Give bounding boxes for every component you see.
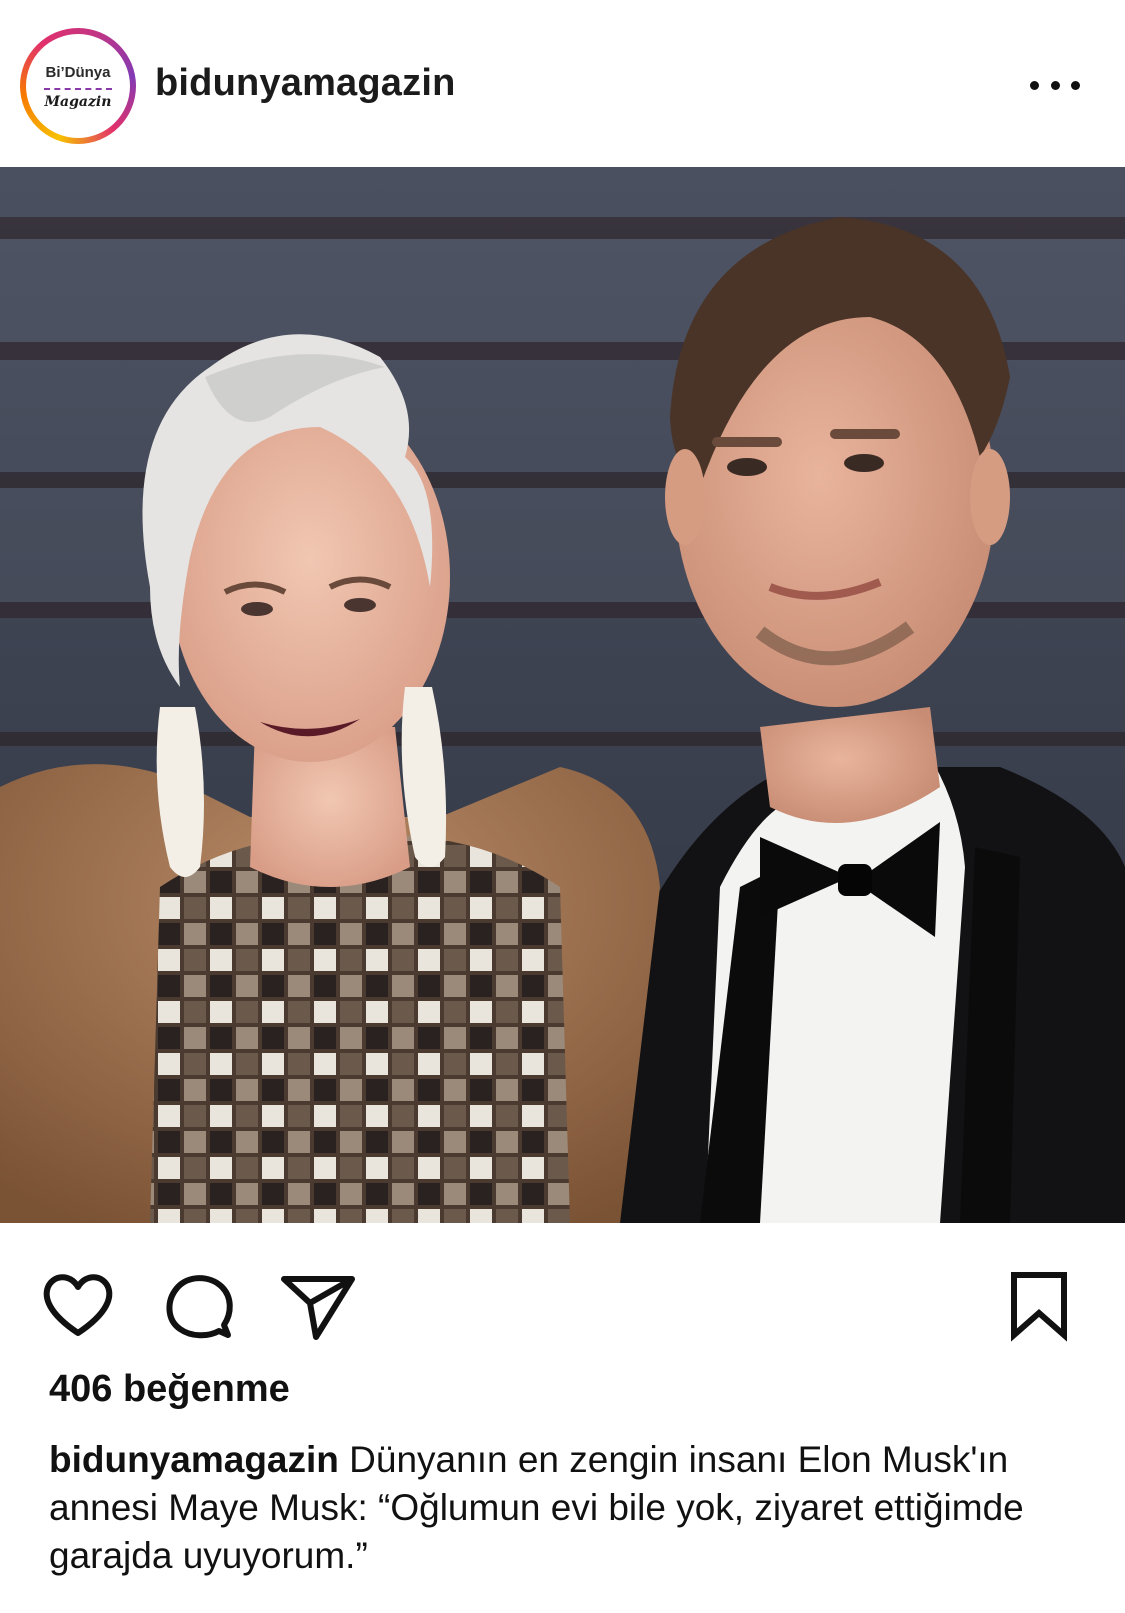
send-icon[interactable]: [278, 1265, 358, 1345]
post-image[interactable]: [0, 167, 1125, 1223]
post-actions: [0, 1223, 1125, 1353]
more-dot: [1050, 80, 1060, 90]
avatar-logo-text-bottom: Magazin: [44, 94, 112, 110]
post-caption: bidunyamagazin Dünyanın en zengin insanı…: [49, 1436, 1079, 1580]
comment-icon[interactable]: [158, 1265, 238, 1345]
avatar-border: Bi’Dünya Magazin: [26, 34, 130, 138]
avatar-logo-text-top: Bi’Dünya: [45, 64, 111, 81]
likes-count[interactable]: 406 beğenme: [49, 1368, 290, 1411]
more-options-icon[interactable]: [1030, 70, 1080, 100]
post-photo-illustration: [0, 167, 1125, 1223]
post-header: Bi’Dünya Magazin bidunyamagazin: [0, 0, 1125, 167]
heart-icon[interactable]: [38, 1265, 118, 1345]
post-username[interactable]: bidunyamagazin: [155, 62, 456, 105]
avatar[interactable]: Bi’Dünya Magazin: [20, 28, 136, 144]
bookmark-icon[interactable]: [1000, 1265, 1080, 1345]
more-dot: [1071, 80, 1080, 90]
caption-username[interactable]: bidunyamagazin: [49, 1439, 339, 1480]
more-dot: [1030, 80, 1039, 90]
avatar-logo-divider: [44, 88, 112, 90]
avatar-logo: Bi’Dünya Magazin: [30, 38, 126, 134]
